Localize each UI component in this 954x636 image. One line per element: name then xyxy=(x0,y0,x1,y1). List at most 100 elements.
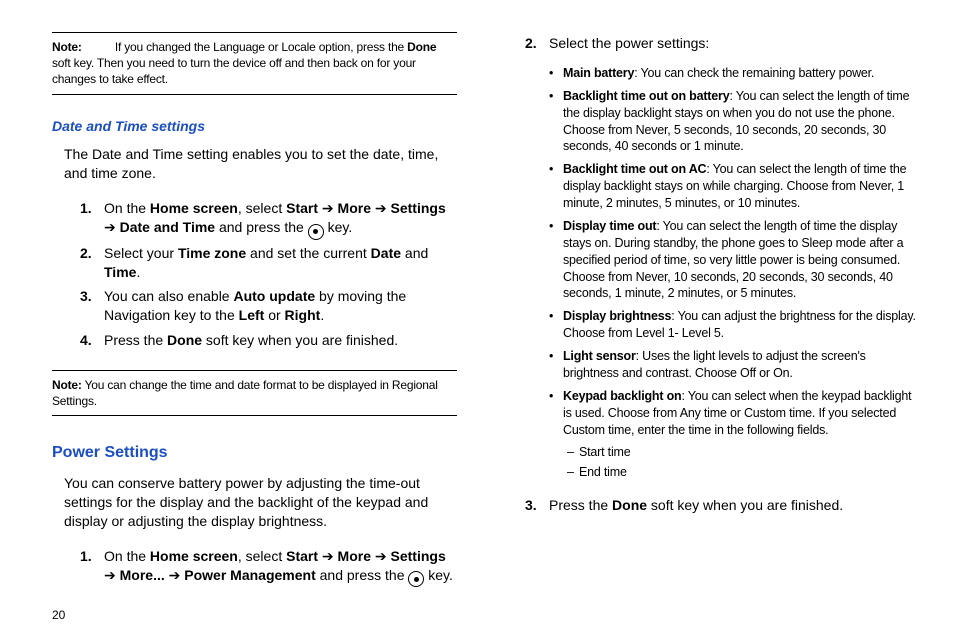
opt-keypad-backlight: •Keypad backlight on: You can select whe… xyxy=(549,388,918,439)
power-options: •Main battery: You can check the remaini… xyxy=(549,59,918,484)
left-column: Note: If you changed the Language or Loc… xyxy=(52,28,457,618)
step-body: Select your Time zone and set the curren… xyxy=(104,244,457,282)
t: Start time xyxy=(579,444,631,461)
bold: Done xyxy=(612,497,647,513)
para-date-time: The Date and Time setting enables you to… xyxy=(64,145,457,183)
center-key-icon xyxy=(408,571,424,587)
step-3: 3. You can also enable Auto update by mo… xyxy=(80,287,457,325)
bold: More xyxy=(338,200,371,216)
step-number: 2. xyxy=(80,244,104,282)
opt-display-brightness: •Display brightness: You can adjust the … xyxy=(549,308,918,342)
step-2: 2. Select your Time zone and set the cur… xyxy=(80,244,457,282)
t: End time xyxy=(579,464,627,481)
t: Press the xyxy=(104,332,167,348)
bold: Date and Time xyxy=(120,219,215,235)
note-regional: Note: You can change the time and date f… xyxy=(52,370,457,416)
t: On the xyxy=(104,548,150,564)
page-number: 20 xyxy=(52,608,65,622)
note-body: If you changed the Language or Locale op… xyxy=(52,40,436,86)
power-step-2: 2. Select the power settings: xyxy=(525,34,918,53)
arrow-icon: ➔ xyxy=(169,567,181,583)
t: key. xyxy=(324,219,353,235)
opt-backlight-battery: •Backlight time out on battery: You can … xyxy=(549,88,918,156)
bold: Backlight time out on battery xyxy=(563,89,729,103)
bold: Home screen xyxy=(150,548,238,564)
right-column: 2. Select the power settings: •Main batt… xyxy=(513,28,918,618)
bold: Auto update xyxy=(233,288,315,304)
step-body: You can also enable Auto update by movin… xyxy=(104,287,457,325)
t: . xyxy=(136,264,140,280)
t: On the xyxy=(104,200,150,216)
arrow-icon: ➔ xyxy=(322,200,334,216)
bold: Time zone xyxy=(178,245,246,261)
t: and set the current xyxy=(246,245,371,261)
step-number: 3. xyxy=(525,496,549,515)
t: Select your xyxy=(104,245,178,261)
step-1: 1. On the Home screen, select Start ➔ Mo… xyxy=(80,199,457,237)
bold: More xyxy=(338,548,371,564)
bold: Light sensor xyxy=(563,349,636,363)
t: soft key when you are finished. xyxy=(202,332,398,348)
power-steps-right: 2. Select the power settings: xyxy=(525,28,918,59)
power-step-1: 1. On the Home screen, select Start ➔ Mo… xyxy=(80,547,457,585)
bold: More... xyxy=(120,567,165,583)
t: , select xyxy=(238,200,286,216)
step-body: On the Home screen, select Start ➔ More … xyxy=(104,547,457,585)
heading-power-settings: Power Settings xyxy=(52,442,457,464)
opt-main-battery: •Main battery: You can check the remaini… xyxy=(549,65,918,82)
bold: Start xyxy=(286,200,318,216)
power-steps-left: 1. On the Home screen, select Start ➔ Mo… xyxy=(80,541,457,591)
bold: Time xyxy=(104,264,136,280)
bold: Settings xyxy=(391,548,446,564)
t: soft key when you are finished. xyxy=(647,497,843,513)
sub-end-time: –End time xyxy=(567,464,918,481)
center-key-icon xyxy=(308,224,324,240)
bold: Left xyxy=(239,307,265,323)
page: Note: If you changed the Language or Loc… xyxy=(0,0,954,636)
step-number: 1. xyxy=(80,199,104,237)
bold: Keypad backlight on xyxy=(563,389,681,403)
bold: Right xyxy=(285,307,321,323)
note-label: Note: xyxy=(52,40,82,54)
bold: Date xyxy=(371,245,401,261)
power-step-3-wrap: 3. Press the Done soft key when you are … xyxy=(525,490,918,521)
bold: Main battery xyxy=(563,66,634,80)
heading-date-time: Date and Time settings xyxy=(52,117,457,136)
bold: Settings xyxy=(391,200,446,216)
date-time-steps: 1. On the Home screen, select Start ➔ Mo… xyxy=(80,193,457,356)
step-body: Press the Done soft key when you are fin… xyxy=(549,496,918,515)
step-number: 4. xyxy=(80,331,104,350)
opt-display-timeout: •Display time out: You can select the le… xyxy=(549,218,918,302)
arrow-icon: ➔ xyxy=(322,548,334,564)
t: and press the xyxy=(215,219,308,235)
arrow-icon: ➔ xyxy=(104,567,116,583)
note-label: Note: xyxy=(52,378,82,392)
step-body: Press the Done soft key when you are fin… xyxy=(104,331,457,350)
opt-backlight-ac: •Backlight time out on AC: You can selec… xyxy=(549,161,918,212)
bold: Display brightness xyxy=(563,309,671,323)
t: key. xyxy=(424,567,453,583)
bold: Backlight time out on AC xyxy=(563,162,706,176)
bold: Display time out xyxy=(563,219,656,233)
bold: Done xyxy=(167,332,202,348)
step-body: On the Home screen, select Start ➔ More … xyxy=(104,199,457,237)
step-number: 2. xyxy=(525,34,549,53)
t: You can also enable xyxy=(104,288,233,304)
t: or xyxy=(264,307,284,323)
t: and press the xyxy=(316,567,409,583)
t: . xyxy=(320,307,324,323)
bold: Start xyxy=(286,548,318,564)
arrow-icon: ➔ xyxy=(375,200,387,216)
arrow-icon: ➔ xyxy=(104,219,116,235)
t: Press the xyxy=(549,497,612,513)
bold: Power Management xyxy=(184,567,315,583)
step-number: 1. xyxy=(80,547,104,585)
step-number: 3. xyxy=(80,287,104,325)
para-power: You can conserve battery power by adjust… xyxy=(64,474,457,531)
sub-start-time: –Start time xyxy=(567,444,918,461)
note-body: You can change the time and date format … xyxy=(52,378,438,408)
opt-light-sensor: •Light sensor: Uses the light levels to … xyxy=(549,348,918,382)
arrow-icon: ➔ xyxy=(375,548,387,564)
note-language: Note: If you changed the Language or Loc… xyxy=(52,32,457,95)
step-body: Select the power settings: xyxy=(549,34,918,53)
